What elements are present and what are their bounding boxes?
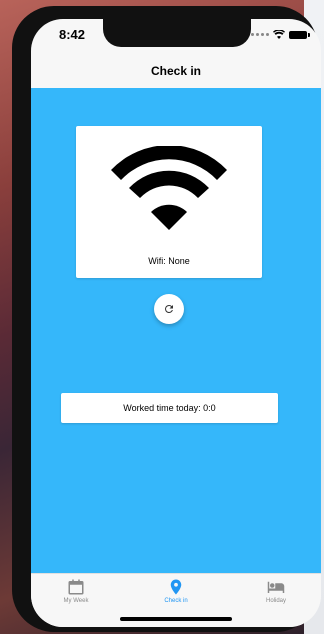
- refresh-button[interactable]: [154, 294, 184, 324]
- wifi-status-label: Wifi: None: [148, 256, 190, 266]
- main-content: Wifi: None Worked time today: 0:0: [31, 88, 321, 573]
- tab-label: Holiday: [265, 598, 286, 604]
- wifi-icon: [111, 146, 227, 230]
- home-indicator[interactable]: [120, 617, 232, 621]
- worked-time-card: Worked time today: 0:0: [61, 393, 278, 423]
- tab-label: Check in: [164, 598, 188, 604]
- wifi-status-icon: [273, 30, 285, 39]
- status-icons: [251, 30, 310, 39]
- page-title: Check in: [150, 64, 201, 78]
- battery-icon: [289, 30, 310, 39]
- tab-my-week[interactable]: My Week: [36, 578, 116, 604]
- wifi-card: Wifi: None: [76, 126, 262, 278]
- tab-holiday[interactable]: Holiday: [236, 578, 316, 604]
- tab-check-in[interactable]: Check in: [136, 578, 216, 604]
- notch: [103, 19, 251, 47]
- calendar-icon: [68, 579, 84, 595]
- bed-icon: [267, 581, 285, 593]
- phone-screen: 8:42 Check in Wifi: None Worked time tod…: [31, 19, 321, 627]
- tab-label: My Week: [63, 598, 89, 604]
- phone-frame: 8:42 Check in Wifi: None Worked time tod…: [12, 6, 321, 632]
- status-time: 8:42: [59, 27, 86, 42]
- refresh-icon: [165, 305, 173, 313]
- location-pin-icon: [170, 579, 182, 595]
- signal-icon: [251, 33, 269, 36]
